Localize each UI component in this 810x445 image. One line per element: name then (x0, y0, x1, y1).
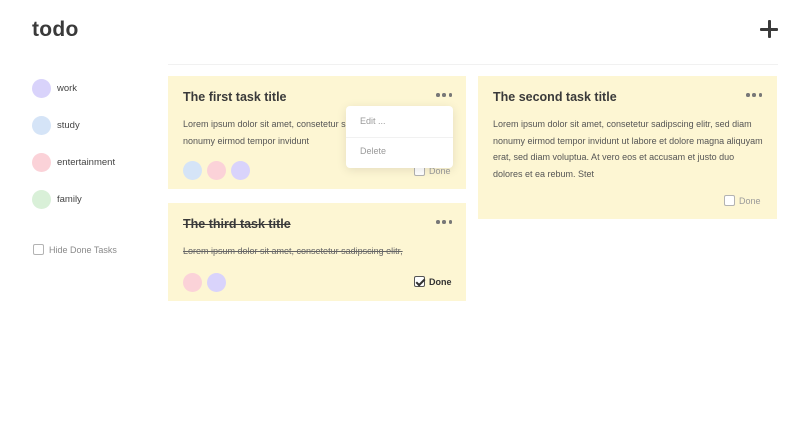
category-color-dot (32, 115, 51, 135)
task-title: The third task title (183, 217, 291, 231)
category-color-dot (32, 152, 51, 172)
task-description: Lorem ipsum dolor sit amet, consetetur s… (183, 246, 403, 256)
category-entertainment[interactable]: entertainment (32, 152, 162, 172)
tag-study (183, 161, 202, 180)
category-color-dot (32, 189, 51, 209)
category-label: study (57, 119, 80, 131)
category-family[interactable]: family (32, 189, 162, 209)
category-label: entertainment (57, 156, 116, 168)
task-description: Lorem ipsum dolor sit amet, consetetur s… (493, 119, 763, 179)
done-checkbox-checked-icon[interactable] (414, 276, 425, 287)
category-study[interactable]: study (32, 115, 162, 135)
task-card-third: The third task title Lorem ipsum dolor s… (168, 203, 466, 301)
done-toggle[interactable]: Done (724, 195, 761, 206)
menu-divider (346, 137, 453, 138)
category-label: family (57, 193, 82, 205)
task-tags (183, 161, 250, 180)
more-horizontal-icon[interactable] (436, 218, 452, 226)
done-label: Done (739, 195, 761, 206)
hide-done-checkbox-icon[interactable] (33, 244, 44, 255)
category-work[interactable]: work (32, 78, 162, 98)
tag-work (207, 273, 226, 292)
app-title: todo (32, 18, 79, 41)
edit-menu-item[interactable]: Edit ... (360, 116, 386, 126)
task-card-second: The second task title Lorem ipsum dolor … (478, 76, 777, 219)
add-task-button[interactable] (758, 18, 780, 40)
done-checkbox-icon[interactable] (724, 195, 735, 206)
hide-done-label: Hide Done Tasks (49, 244, 117, 255)
delete-menu-item[interactable]: Delete (360, 146, 386, 156)
tag-work (231, 161, 250, 180)
task-tags (183, 273, 226, 292)
tag-entertainment (207, 161, 226, 180)
hide-done-toggle[interactable]: Hide Done Tasks (33, 244, 117, 255)
category-sidebar: work study entertainment family (32, 78, 162, 226)
category-color-dot (32, 78, 51, 98)
more-horizontal-icon[interactable] (746, 91, 762, 99)
task-action-menu: Edit ... Delete (346, 106, 453, 168)
task-title: The first task title (183, 90, 287, 104)
todo-app: todo work study entertainment family Hid… (0, 0, 810, 445)
category-label: work (57, 82, 78, 94)
done-label: Done (429, 276, 452, 287)
task-title: The second task title (493, 90, 617, 104)
header-divider (168, 64, 778, 65)
tag-entertainment (183, 273, 202, 292)
more-horizontal-icon[interactable] (436, 91, 452, 99)
done-toggle[interactable]: Done (414, 276, 452, 287)
